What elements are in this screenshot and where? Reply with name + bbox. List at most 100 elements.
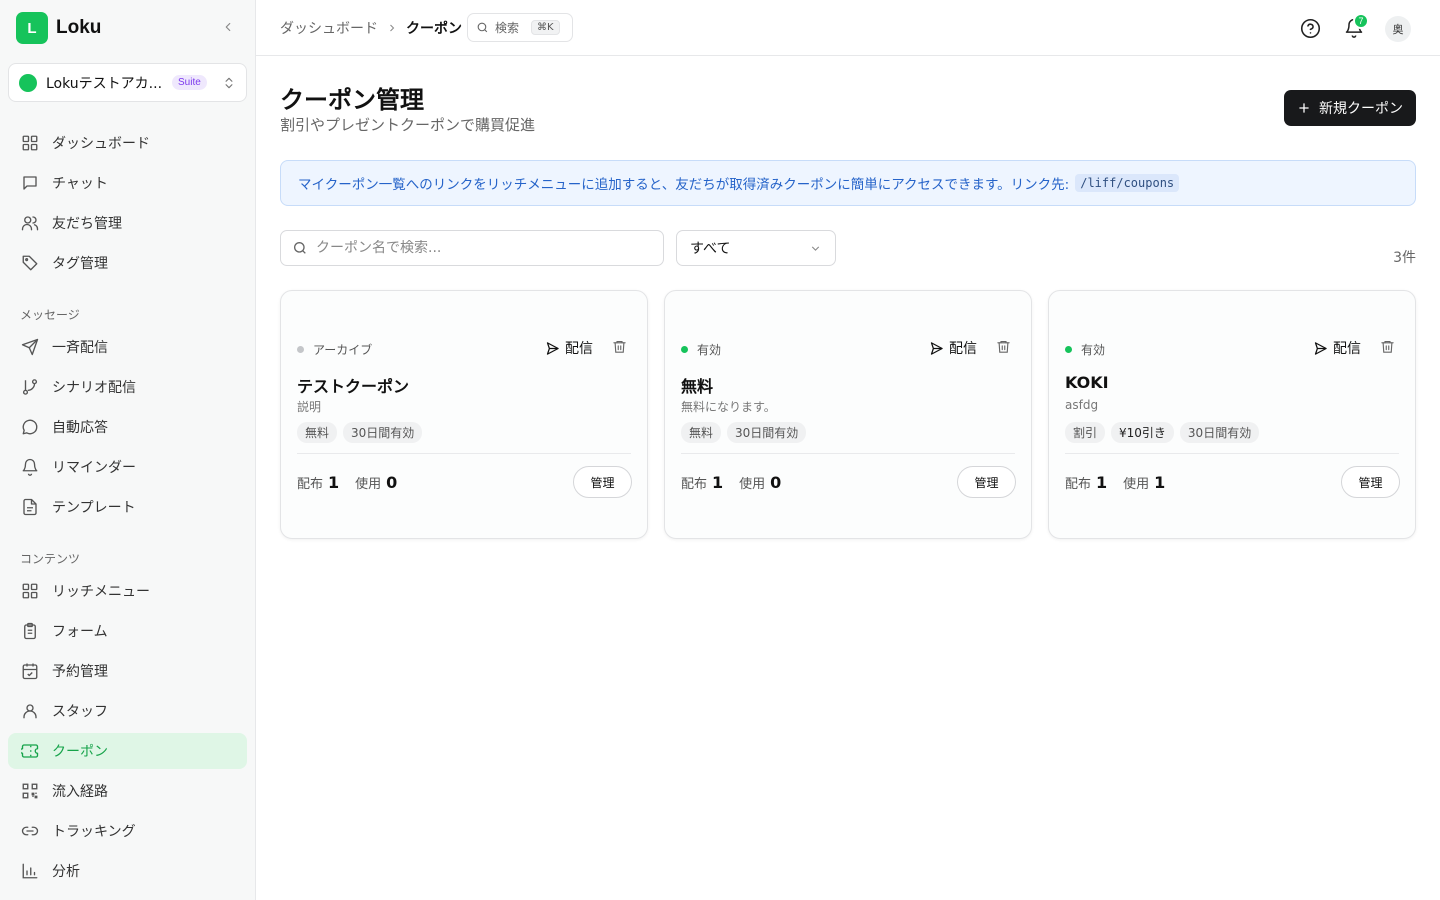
status-filter-select[interactable]: すべて [676,230,836,266]
breadcrumb-dashboard-link[interactable]: ダッシュボード [280,18,378,38]
coupon-card: 有効 配信 KOKI asfdg 割引 ¥10引き 30日間有効 配布 1 使用… [1048,290,1416,539]
user-icon [20,701,40,721]
manage-coupon-button[interactable]: 管理 [1341,466,1400,498]
coupon-search-field[interactable] [280,230,664,266]
sidebar-item-analytics[interactable]: 分析 [8,853,247,889]
info-banner: マイクーポン一覧へのリンクをリッチメニューに追加すると、友だちが取得済みクーポン… [280,160,1416,206]
sidebar-item-tracking[interactable]: トラッキング [8,813,247,849]
sidebar-item-reservation[interactable]: 予約管理 [8,653,247,689]
account-switcher[interactable]: Lokuテストアカ... Suite [8,63,247,102]
used-label: 使用 [355,477,382,492]
coupon-stats: 配布 1 使用 0 [297,473,413,492]
sidebar-item-label: 友だち管理 [52,216,122,232]
sidebar-item-broadcast[interactable]: 一斉配信 [8,329,247,365]
distributed-count: 1 [328,473,340,492]
send-label: 配信 [1333,341,1361,357]
qr-icon [20,781,40,801]
status-filter-value: すべて [690,241,731,257]
divider [297,453,631,454]
divider [681,453,1015,454]
sidebar-item-label: 分析 [52,864,80,880]
collapse-sidebar-button[interactable] [218,17,238,37]
used-count: 0 [770,473,782,492]
manage-coupon-button[interactable]: 管理 [957,466,1016,498]
message-circle-icon [20,417,40,437]
coupon-tag: 割引 [1065,422,1106,443]
manage-coupon-button[interactable]: 管理 [573,466,632,498]
result-count: 3件 [1393,250,1416,266]
sidebar-item-template[interactable]: テンプレート [8,489,247,525]
coupon-stats: 配布 1 使用 1 [1065,473,1181,492]
divider [1065,453,1399,454]
delete-coupon-button[interactable] [612,339,627,354]
users-icon [20,213,40,233]
coupon-tags: 割引 ¥10引き 30日間有効 [1065,422,1265,443]
send-coupon-button[interactable]: 配信 [929,338,977,358]
sidebar-item-inflow[interactable]: 流入経路 [8,773,247,809]
trash-icon [997,340,1010,353]
send-coupon-button[interactable]: 配信 [545,338,593,358]
sidebar-item-tags[interactable]: タグ管理 [8,245,247,281]
page-title: クーポン管理 [280,86,424,114]
new-coupon-button[interactable]: 新規クーポン [1284,90,1416,126]
sidebar-item-chat[interactable]: チャット [8,165,247,201]
account-avatar [19,73,37,92]
file-icon [20,497,40,517]
used-count: 0 [386,473,398,492]
coupon-title: KOKI [1065,373,1109,392]
sidebar: L Loku Lokuテストアカ... Suite ダッシュボード チャット 友… [0,0,256,900]
coupon-tag: ¥10引き [1111,422,1174,443]
bell-icon [20,457,40,477]
coupon-tag: 30日間有効 [343,422,423,443]
delete-coupon-button[interactable] [1380,339,1395,354]
status-dot [681,346,688,353]
sidebar-item-label: トラッキング [52,824,136,840]
chat-icon [20,173,40,193]
help-button[interactable] [1298,16,1322,40]
sidebar-item-label: チャット [52,176,108,192]
status-dot [1065,346,1072,353]
used-label: 使用 [739,477,766,492]
section-heading-messages: メッセージ [20,308,80,322]
coupon-tag: 30日間有効 [727,422,807,443]
sidebar-item-coupons[interactable]: クーポン [8,733,247,769]
status-dot [297,346,304,353]
coupon-card: アーカイブ 配信 テストクーポン 説明 無料 30日間有効 配布 1 使用 0 … [280,290,648,539]
sidebar-item-form[interactable]: フォーム [8,613,247,649]
section-heading-contents: コンテンツ [20,552,81,566]
chevron-down-icon [809,242,822,255]
topbar: ダッシュボード クーポン 検索 ⌘K [256,0,1440,56]
user-avatar[interactable]: 奥 [1385,16,1411,42]
coupon-search-input[interactable] [316,240,636,256]
delete-coupon-button[interactable] [996,339,1011,354]
grid-icon [20,133,40,153]
sidebar-item-label: シナリオ配信 [52,380,136,396]
coupon-tag: 無料 [681,422,722,443]
send-icon [1314,341,1327,355]
sidebar-item-label: ダッシュボード [52,136,150,152]
sidebar-item-label: 予約管理 [52,664,108,680]
sidebar-item-rich-menu[interactable]: リッチメニュー [8,573,247,609]
ticket-icon [20,741,40,761]
brand[interactable]: L Loku [16,12,101,44]
sidebar-item-label: クーポン [52,744,108,760]
coupon-tag: 無料 [297,422,338,443]
tag-icon [20,253,40,273]
chevrons-up-down-icon [222,76,236,90]
clipboard-icon [20,621,40,641]
sidebar-item-staff[interactable]: スタッフ [8,693,247,729]
sidebar-item-label: スタッフ [52,704,108,720]
grid-icon [20,581,40,601]
global-search-button[interactable]: 検索 ⌘K [467,13,573,42]
sidebar-item-auto-reply[interactable]: 自動応答 [8,409,247,445]
send-coupon-button[interactable]: 配信 [1313,338,1361,358]
sidebar-item-scenario[interactable]: シナリオ配信 [8,369,247,405]
brand-logo: L [16,12,48,44]
sidebar-item-reminder[interactable]: リマインダー [8,449,247,485]
sidebar-item-dashboard[interactable]: ダッシュボード [8,125,247,161]
sidebar-item-friends[interactable]: 友だち管理 [8,205,247,241]
send-icon [20,337,40,357]
coupon-card: 有効 配信 無料 無料になります。 無料 30日間有効 配布 1 使用 0 管理 [664,290,1032,539]
trash-icon [1381,340,1394,353]
used-label: 使用 [1123,477,1150,492]
